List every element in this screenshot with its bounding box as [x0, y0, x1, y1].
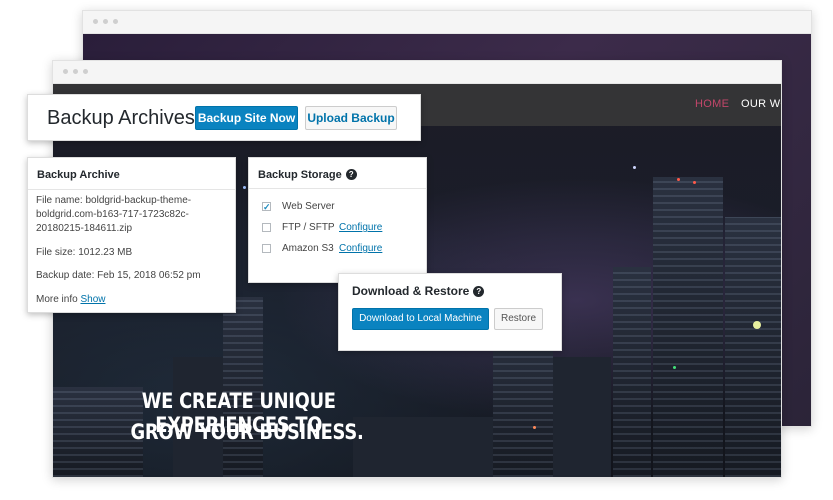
- backup-storage-title: Backup Storage: [258, 169, 342, 181]
- ftp-sftp-label: FTP / SFTP: [282, 222, 335, 233]
- window-dot-icon: [73, 69, 78, 74]
- help-icon[interactable]: ?: [473, 286, 485, 297]
- window-dot-icon: [93, 19, 98, 24]
- amazon-s3-label: Amazon S3: [282, 243, 334, 254]
- more-info-row: More info Show: [36, 293, 105, 307]
- backup-date-value: Feb 15, 2018 06:52 pm: [97, 270, 201, 281]
- backup-archives-header: Backup Archives Backup Site Now Upload B…: [27, 94, 421, 141]
- window-controls: [93, 19, 118, 24]
- file-size-row: File size: 1012.23 MB: [36, 246, 132, 260]
- panel-title: Backup Storage?: [249, 158, 426, 189]
- amazon-s3-checkbox[interactable]: [262, 244, 271, 253]
- file-size-value: 1012.23 MB: [78, 247, 133, 258]
- web-server-checkbox[interactable]: [262, 200, 271, 214]
- backup-date-row: Backup date: Feb 15, 2018 06:52 pm: [36, 269, 201, 283]
- file-name-row: File name: boldgrid-backup-theme-boldgri…: [36, 194, 226, 236]
- window-dot-icon: [103, 19, 108, 24]
- nav-link-our-work[interactable]: OUR WO: [741, 98, 781, 110]
- page-title: Backup Archives: [47, 107, 195, 129]
- window-titlebar: [83, 11, 811, 34]
- backup-date-label: Backup date:: [36, 270, 95, 281]
- hero-heading-line-2: GROW YOUR BUSINESS.: [130, 420, 364, 444]
- download-to-local-button[interactable]: Download to Local Machine: [352, 308, 489, 330]
- more-info-label: More info: [36, 294, 78, 305]
- backup-archive-panel: Backup Archive File name: boldgrid-backu…: [27, 157, 236, 313]
- window-dot-icon: [83, 69, 88, 74]
- panel-title: Download & Restore?: [352, 284, 485, 298]
- web-server-label: Web Server: [282, 201, 335, 212]
- window-titlebar: [53, 61, 781, 84]
- restore-button[interactable]: Restore: [494, 308, 543, 330]
- window-controls: [63, 69, 88, 74]
- download-restore-panel: Download & Restore? Download to Local Ma…: [338, 273, 562, 351]
- backup-site-now-button[interactable]: Backup Site Now: [195, 106, 298, 130]
- ftp-configure-link[interactable]: Configure: [339, 221, 382, 235]
- panel-title: Backup Archive: [28, 158, 235, 190]
- show-more-info-link[interactable]: Show: [80, 294, 105, 305]
- window-dot-icon: [113, 19, 118, 24]
- backup-storage-panel: Backup Storage? Web Server FTP / SFTP Co…: [248, 157, 427, 283]
- file-size-label: File size:: [36, 247, 76, 258]
- upload-backup-button[interactable]: Upload Backup: [305, 106, 397, 130]
- ftp-sftp-checkbox[interactable]: [262, 223, 271, 232]
- file-name-label: File name:: [36, 195, 83, 206]
- help-icon[interactable]: ?: [345, 169, 357, 180]
- download-restore-title: Download & Restore: [352, 284, 470, 298]
- amazon-s3-configure-link[interactable]: Configure: [339, 242, 382, 256]
- nav-link-home[interactable]: HOME: [695, 98, 729, 110]
- window-dot-icon: [63, 69, 68, 74]
